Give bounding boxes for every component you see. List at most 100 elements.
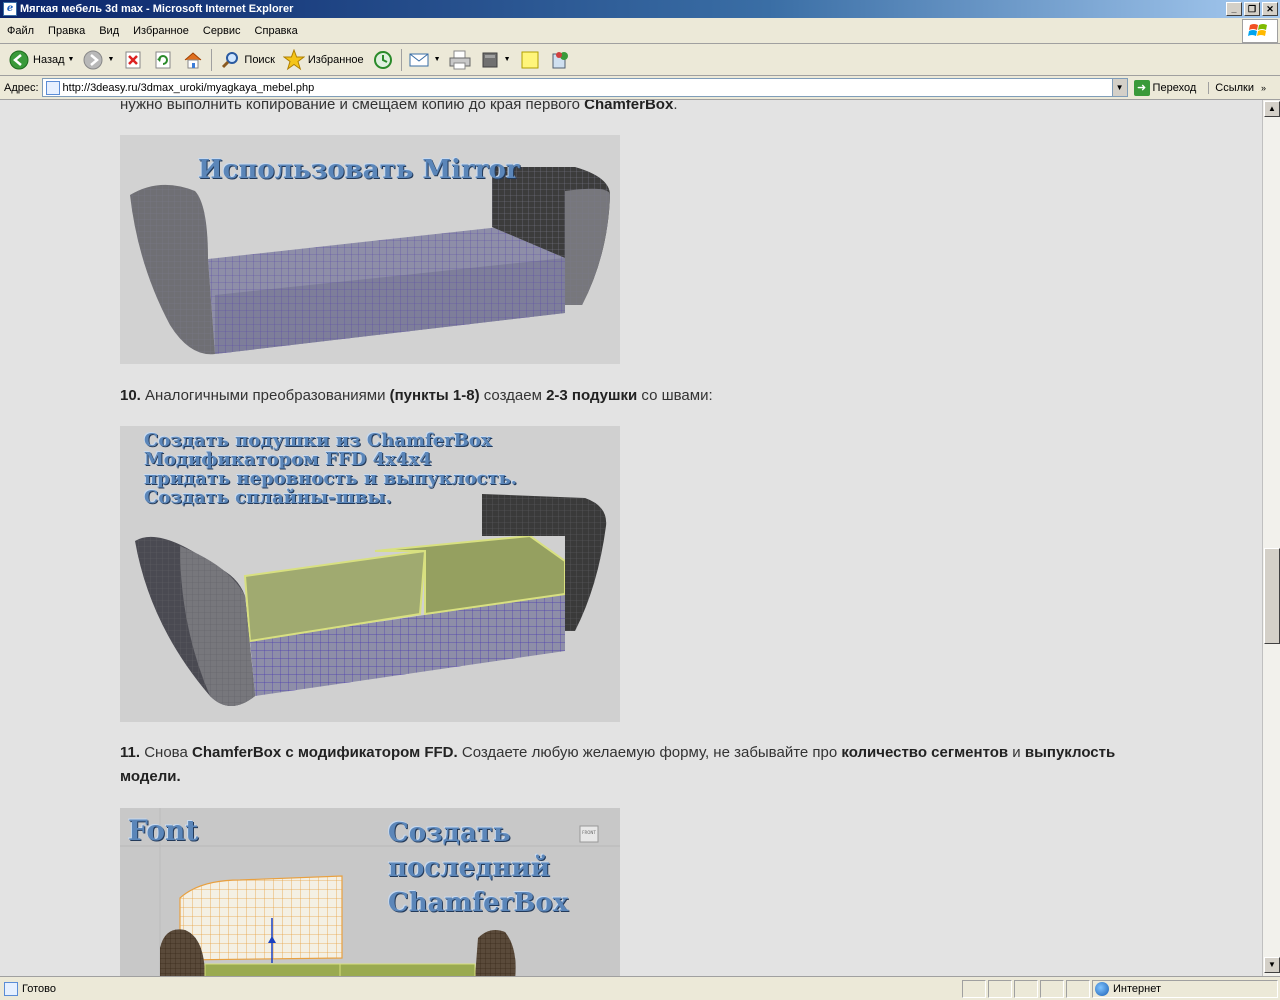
text-bold: ChamferBox [584,100,674,113]
text-bold: (пункты 1-8) [389,387,480,404]
window-titlebar: e Мягкая мебель 3d max - Microsoft Inter… [0,0,1280,18]
step-number: 11. [120,744,141,761]
caption-line: Модификатором FFD 4x4x4 [144,448,432,470]
page-done-icon [4,981,18,996]
links-button[interactable]: Ссылки » [1208,81,1267,94]
status-text: Готово [22,982,56,995]
edit-dropdown-icon[interactable]: ▼ [504,56,511,63]
status-bar: Готово Интернет [0,976,1280,1000]
text-plain: создаем [483,387,542,404]
status-panel [1066,979,1090,998]
image3-caption-right: Создать последний ChamferBox [388,816,568,921]
page-icon [45,80,60,95]
menu-file[interactable]: Файл [0,25,41,37]
image1-caption: Использовать Mirror [198,155,520,185]
refresh-icon [152,49,174,71]
page-content: нужно выполнить копирование и смещаем ко… [0,100,1262,976]
favorites-label: Избранное [307,53,364,66]
stop-icon [122,49,144,71]
maximize-button[interactable]: ❐ [1244,2,1260,16]
edit-document-icon [479,49,501,71]
go-button[interactable]: ➜ Переход [1133,79,1196,96]
mail-dropdown-icon[interactable]: ▼ [434,56,441,63]
step-number: 10. [120,387,141,404]
scroll-up-button[interactable]: ▲ [1264,101,1280,117]
search-label: Поиск [244,53,275,66]
note-icon [519,49,541,71]
front-viewport-image: Font Создать последний ChamferBox FRONT [120,808,620,976]
favorites-star-icon [282,48,305,71]
messenger-icon [549,49,571,71]
toolbar-separator [400,48,402,71]
menu-tools[interactable]: Сервис [196,25,248,37]
text-plain: со швами: [641,387,713,404]
home-button[interactable] [178,47,208,73]
sofa-pillows-image: Создать подушки из ChamferBox Модификато… [120,426,620,722]
text-plain: нужно выполнить копирование и смещаем ко… [120,100,580,113]
status-panel [1014,979,1038,998]
minimize-button[interactable]: _ [1226,2,1242,16]
scroll-down-button[interactable]: ▼ [1264,957,1280,973]
paragraph-top: нужно выполнить копирование и смещаем ко… [120,100,1140,117]
paragraph-step11: 11. Снова ChamferBox с модификатором FFD… [120,741,1140,789]
caption-line: придать неровность и выпуклость. [144,467,518,489]
menu-edit[interactable]: Правка [41,25,92,37]
vertical-scrollbar[interactable]: ▲ ▼ [1262,100,1280,976]
media-button[interactable] [368,47,398,73]
scroll-thumb[interactable] [1264,548,1280,644]
image2-caption: Создать подушки из ChamferBox Модификато… [144,431,518,508]
text-plain: Снова [144,744,188,761]
messenger-button[interactable] [545,47,575,73]
stop-button[interactable] [118,47,148,73]
address-dropdown-icon[interactable]: ▼ [1111,79,1127,96]
discuss-button[interactable] [515,47,545,73]
menu-view[interactable]: Вид [92,25,126,37]
home-icon [182,49,204,71]
status-panel [1040,979,1064,998]
paragraph-step10: 10. Аналогичными преобразованиями (пункт… [120,384,1140,408]
menu-bar: Файл Правка Вид Избранное Сервис Справка [0,18,1280,44]
search-button[interactable]: Поиск [215,47,278,73]
status-panel [962,979,986,998]
mail-button[interactable]: ▼ [405,47,445,73]
address-bar: Адрес: http://3deasy.ru/3dmax_uroki/myag… [0,76,1280,100]
sofa-mirror-image: Использовать Mirror [120,135,620,364]
mail-icon [409,49,431,71]
caption-line: Создать сплайны-швы. [144,486,392,508]
caption-line: ChamferBox [388,888,569,919]
menu-favorites[interactable]: Избранное [126,25,196,37]
favorites-button[interactable]: Избранное [279,47,368,73]
text-plain: и [1012,744,1021,761]
text-plain: Аналогичными преобразованиями [145,387,386,404]
text-plain: Создаете любую желаемую форму, не забыва… [461,744,838,761]
caption-line: Создать [388,818,511,848]
address-url[interactable]: http://3deasy.ru/3dmax_uroki/myagkaya_me… [63,82,1112,94]
back-dropdown-icon[interactable]: ▼ [68,56,75,63]
text-bold: 2-3 подушки [546,387,638,404]
text-bold: ChamferBox с модификатором FFD. [191,744,458,761]
forward-arrow-icon [82,49,104,71]
back-button[interactable]: Назад ▼ [4,47,78,73]
forward-dropdown-icon[interactable]: ▼ [107,56,114,63]
print-button[interactable] [445,47,475,73]
back-label: Назад [33,53,65,66]
history-icon [372,49,394,71]
links-chevron-icon: » [1261,82,1267,93]
zone-label: Интернет [1113,982,1161,995]
address-input[interactable]: http://3deasy.ru/3dmax_uroki/myagkaya_me… [41,78,1128,97]
close-button[interactable]: ✕ [1262,2,1278,16]
image3-caption-left: Font [128,814,199,847]
edit-button[interactable]: ▼ [475,47,515,73]
printer-icon [449,49,471,71]
windows-logo-icon [1242,19,1278,43]
forward-button[interactable]: ▼ [78,47,118,73]
back-arrow-icon [8,49,30,71]
search-icon [219,49,241,71]
refresh-button[interactable] [148,47,178,73]
security-zone[interactable]: Интернет [1092,979,1278,998]
address-label: Адрес: [4,81,39,94]
menu-help[interactable]: Справка [248,25,305,37]
standard-toolbar: Назад ▼ ▼ Поиск Избранное ▼ ▼ [0,44,1280,76]
text-plain: . [673,100,678,113]
links-label: Ссылки [1215,81,1254,94]
